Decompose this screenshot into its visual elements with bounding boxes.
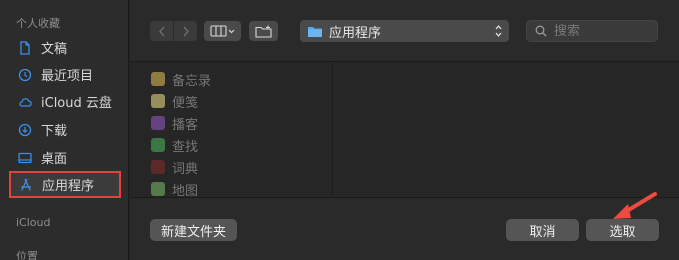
search-icon <box>535 25 547 37</box>
sidebar-item-label: 桌面 <box>41 152 68 167</box>
file-name: 地图 <box>172 183 199 197</box>
forward-button[interactable] <box>174 21 197 41</box>
search-field[interactable] <box>526 20 658 42</box>
sidebar-item-applications[interactable]: 应用程序 <box>9 171 121 198</box>
bottom-bar: 新建文件夹 取消 选取 <box>130 197 679 260</box>
cloud-icon <box>18 95 32 109</box>
sidebar-item-recents[interactable]: 最近项目 <box>10 61 120 88</box>
list-item[interactable]: 地图 <box>151 178 198 196</box>
document-icon <box>18 40 32 55</box>
app-icon <box>151 72 165 86</box>
new-folder-button[interactable]: 新建文件夹 <box>150 219 237 241</box>
chevron-right-icon <box>182 26 189 36</box>
sidebar-item-label: 下载 <box>41 124 68 139</box>
sidebar-item-icloud-drive[interactable]: iCloud 云盘 <box>10 88 120 115</box>
search-input[interactable] <box>554 23 649 39</box>
file-name: 查找 <box>172 139 199 155</box>
sidebar-item-downloads[interactable]: 下载 <box>10 116 120 143</box>
location-label: 应用程序 <box>329 25 382 41</box>
app-icon <box>151 116 165 130</box>
icloud-header: iCloud <box>16 216 51 229</box>
list-item[interactable]: 查找 <box>151 134 198 156</box>
location-popup[interactable]: 应用程序 <box>300 20 509 42</box>
clock-icon <box>18 68 32 82</box>
app-icon <box>151 182 165 196</box>
list-item[interactable]: 词典 <box>151 156 198 178</box>
sidebar-item-desktop[interactable]: 桌面 <box>10 144 120 171</box>
main-pane: 应用程序 备忘录便笺播客查找词典地图 新建文件夹 取消 选取 <box>130 0 679 260</box>
app-store-icon <box>19 178 33 192</box>
chevron-left-icon <box>158 26 165 36</box>
file-name: 备忘录 <box>172 73 212 89</box>
sidebar-item-label: 应用程序 <box>42 179 95 194</box>
file-name: 词典 <box>172 161 199 177</box>
list-item[interactable]: 便笺 <box>151 90 198 112</box>
preview-column <box>334 63 679 196</box>
columns-view-icon <box>209 25 234 37</box>
updown-chevron-icon <box>495 25 502 37</box>
sidebar-item-label: iCloud 云盘 <box>41 96 112 111</box>
app-icon <box>151 94 165 108</box>
view-mode-button[interactable] <box>204 21 241 41</box>
sidebar: 个人收藏 文稿 最近项目 iCloud 云盘 下载 桌面 应用程序 iCloud… <box>0 0 129 260</box>
cancel-button[interactable]: 取消 <box>506 219 579 241</box>
app-icon <box>151 160 165 174</box>
download-icon <box>18 123 32 137</box>
list-item[interactable]: 播客 <box>151 112 198 134</box>
file-name: 便笺 <box>172 95 199 111</box>
back-button[interactable] <box>150 21 173 41</box>
toolbar: 应用程序 <box>130 0 679 62</box>
new-folder-toolbar-button[interactable] <box>249 21 278 41</box>
locations-header: 位置 <box>16 250 38 260</box>
folder-icon <box>308 26 322 37</box>
nav-buttons <box>150 21 197 41</box>
new-folder-icon <box>254 25 272 38</box>
file-name: 播客 <box>172 117 199 133</box>
list-item[interactable]: 备忘录 <box>151 68 211 90</box>
sidebar-item-label: 最近项目 <box>41 69 94 84</box>
desktop-icon <box>18 151 32 165</box>
favorites-header: 个人收藏 <box>16 17 60 30</box>
choose-button[interactable]: 选取 <box>586 219 659 241</box>
file-column: 备忘录便笺播客查找词典地图 <box>130 63 333 196</box>
sidebar-item-label: 文稿 <box>41 42 68 57</box>
app-icon <box>151 138 165 152</box>
sidebar-item-documents[interactable]: 文稿 <box>10 34 120 61</box>
